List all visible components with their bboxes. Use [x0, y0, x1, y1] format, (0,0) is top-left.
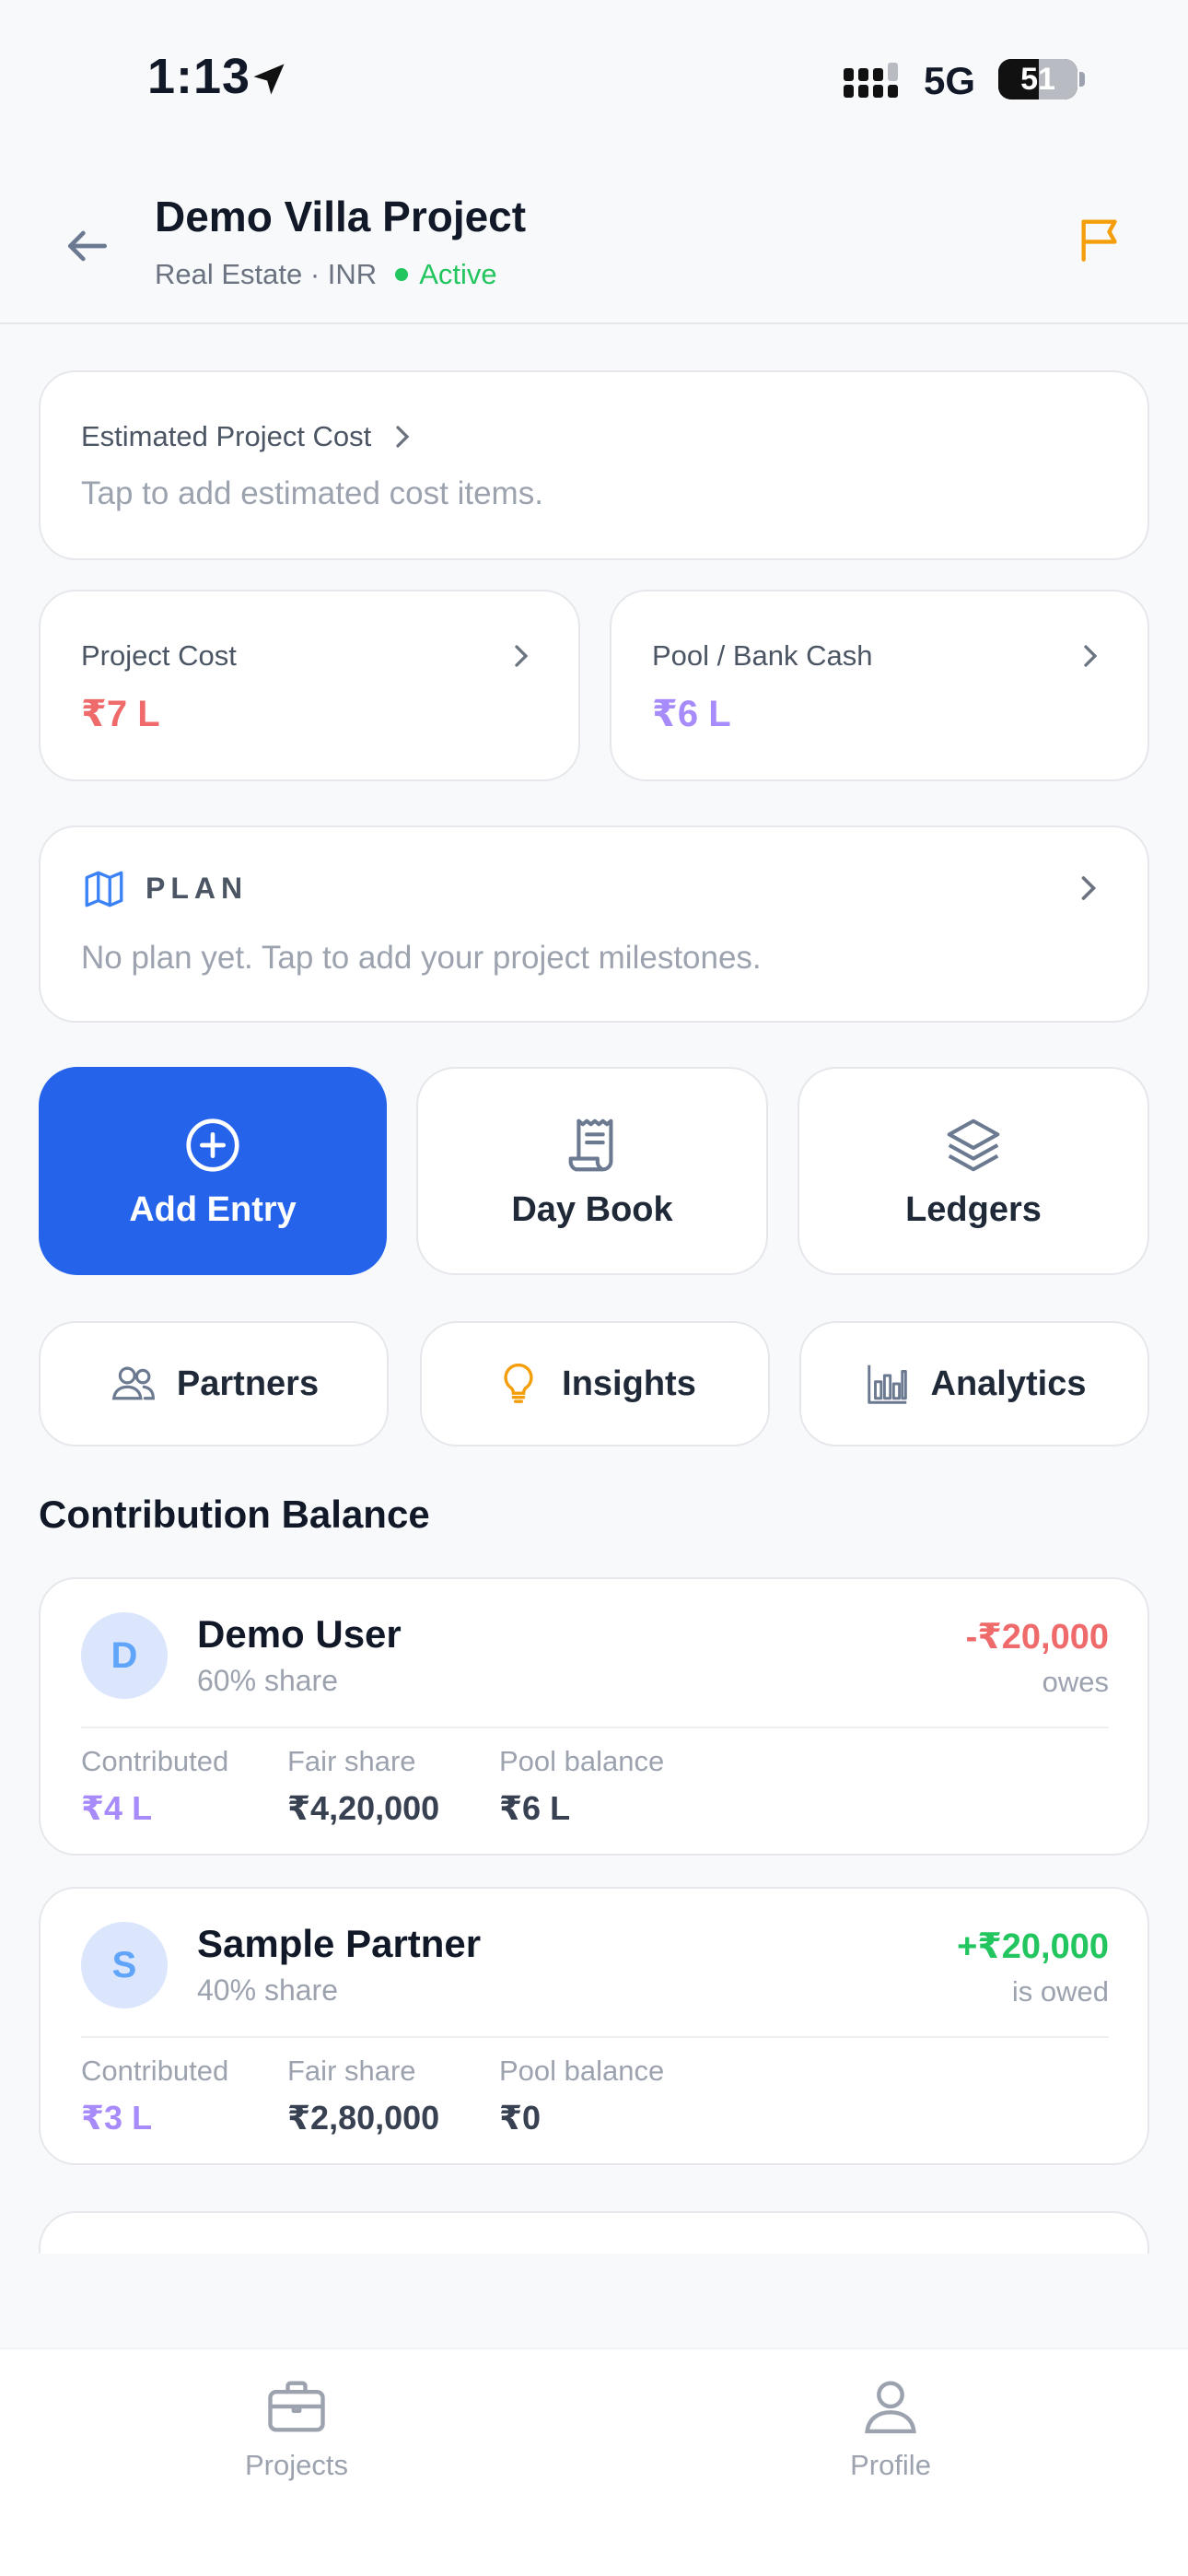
estimated-cost-card[interactable]: Estimated Project Cost Tap to add estima…: [39, 370, 1149, 560]
partner-share: 60% share: [197, 1664, 338, 1697]
pool-cash-value: ₹6 L: [652, 694, 731, 734]
estimated-cost-label: Estimated Project Cost: [81, 420, 372, 452]
fair-share-stat: Fair share ₹4,20,000: [287, 1745, 439, 1828]
avatar: D: [81, 1612, 168, 1699]
partner-balance: -₹20,000: [965, 1618, 1109, 1657]
contributed-stat: Contributed ₹4 L: [81, 1745, 228, 1828]
pool-balance-stat: Pool balance ₹6 L: [499, 1745, 664, 1828]
day-book-button[interactable]: Day Book: [416, 1067, 768, 1275]
project-status: Active: [419, 258, 497, 290]
chevron-right-icon: [1084, 645, 1098, 667]
analytics-label: Analytics: [930, 1364, 1087, 1403]
partner-card[interactable]: D Demo User 60% share -₹20,000 owes Cont…: [39, 1577, 1149, 1856]
project-cost-value: ₹7 L: [81, 694, 160, 734]
map-icon: [85, 871, 123, 907]
pool-balance-value: ₹0: [499, 2099, 542, 2137]
analytics-button[interactable]: Analytics: [799, 1321, 1149, 1446]
project-category: Real Estate · INR: [155, 258, 378, 290]
page-header: Demo Villa Project Real Estate · INR Act…: [0, 166, 1188, 324]
battery-indicator: 51: [998, 59, 1085, 100]
partner-balance-note: owes: [1042, 1666, 1109, 1698]
layers-icon: [947, 1118, 1000, 1171]
tab-projects-label: Projects: [245, 2449, 348, 2481]
tab-profile[interactable]: Profile: [789, 2371, 992, 2482]
project-cost-label: Project Cost: [81, 639, 237, 672]
plan-label: PLAN: [146, 872, 249, 905]
tab-bar: Projects Profile: [0, 2348, 1188, 2576]
user-icon: [865, 2381, 916, 2434]
partner-name: Demo User: [197, 1612, 402, 1656]
insights-label: Insights: [562, 1364, 696, 1403]
partner-share: 40% share: [197, 1973, 338, 2007]
status-bar: 1:13 5G 51: [0, 0, 1188, 157]
plan-hint: No plan yet. Tap to add your project mil…: [81, 940, 762, 976]
receipt-icon: [568, 1118, 613, 1171]
add-entry-label: Add Entry: [129, 1189, 297, 1229]
stat-label: Fair share: [287, 2055, 416, 2087]
chevron-right-icon: [396, 426, 410, 448]
back-arrow-icon: [68, 230, 107, 262]
location-arrow-icon: [253, 64, 285, 95]
network-type: 5G: [924, 59, 976, 102]
project-meta: Real Estate · INR Active: [155, 258, 497, 291]
tab-profile-label: Profile: [850, 2449, 931, 2481]
briefcase-icon: [268, 2381, 325, 2432]
project-cost-card[interactable]: Project Cost ₹7 L: [39, 590, 580, 781]
flag-button[interactable]: [1068, 206, 1135, 273]
estimated-cost-label-row: Estimated Project Cost: [81, 418, 421, 455]
ledgers-label: Ledgers: [905, 1189, 1042, 1229]
page-title: Demo Villa Project: [155, 193, 527, 240]
stat-label: Fair share: [287, 1745, 416, 1777]
pool-cash-card[interactable]: Pool / Bank Cash ₹6 L: [610, 590, 1149, 781]
users-icon: [111, 1366, 155, 1400]
lightbulb-icon: [504, 1364, 533, 1403]
tab-projects[interactable]: Projects: [195, 2371, 398, 2482]
partner-name: Sample Partner: [197, 1922, 482, 1965]
pool-balance-value: ₹6 L: [499, 1789, 571, 1827]
partners-label: Partners: [176, 1364, 320, 1403]
pool-balance-stat: Pool balance ₹0: [499, 2055, 664, 2137]
screen: 1:13 5G 51 Demo Villa Project Real Estat…: [0, 0, 1188, 2576]
estimated-cost-hint: Tap to add estimated cost items.: [81, 475, 543, 511]
plan-card[interactable]: PLAN No plan yet. Tap to add your projec…: [39, 825, 1149, 1023]
partners-button[interactable]: Partners: [39, 1321, 389, 1446]
fair-share-value: ₹2,80,000: [287, 2099, 440, 2137]
scroll-area-bottom: [0, 2254, 1188, 2349]
partner-card[interactable]: S Sample Partner 40% share +₹20,000 is o…: [39, 1887, 1149, 2165]
contributed-stat: Contributed ₹3 L: [81, 2055, 228, 2137]
plus-circle-icon: [186, 1118, 239, 1172]
insights-button[interactable]: Insights: [420, 1321, 770, 1446]
add-entry-button[interactable]: Add Entry: [39, 1067, 387, 1275]
day-book-label: Day Book: [511, 1189, 673, 1229]
contributed-value: ₹4 L: [81, 1789, 153, 1827]
avatar: S: [81, 1922, 168, 2008]
status-time: 1:13: [147, 49, 251, 104]
back-button[interactable]: [53, 212, 122, 280]
pool-cash-label: Pool / Bank Cash: [652, 639, 873, 672]
partner-balance: +₹20,000: [957, 1927, 1109, 1966]
battery-level: 51: [1020, 62, 1055, 97]
flag-icon: [1081, 219, 1117, 262]
stat-label: Contributed: [81, 1745, 229, 1777]
ledgers-button[interactable]: Ledgers: [798, 1067, 1149, 1275]
contribution-title: Contribution Balance: [39, 1493, 430, 1536]
fair-share-value: ₹4,20,000: [287, 1789, 440, 1827]
bar-chart-icon: [867, 1364, 907, 1404]
stat-label: Pool balance: [499, 2055, 665, 2087]
divider: [81, 1727, 1109, 1728]
fair-share-stat: Fair share ₹2,80,000: [287, 2055, 439, 2137]
stat-label: Contributed: [81, 2055, 229, 2087]
partner-balance-note: is owed: [1011, 1975, 1109, 2008]
status-dot: [395, 268, 409, 281]
chevron-right-icon: [1081, 876, 1097, 900]
stat-label: Pool balance: [499, 1745, 665, 1777]
chevron-right-icon: [515, 645, 529, 667]
divider: [81, 2036, 1109, 2038]
signal-icon: [844, 63, 898, 98]
contributed-value: ₹3 L: [81, 2099, 153, 2137]
